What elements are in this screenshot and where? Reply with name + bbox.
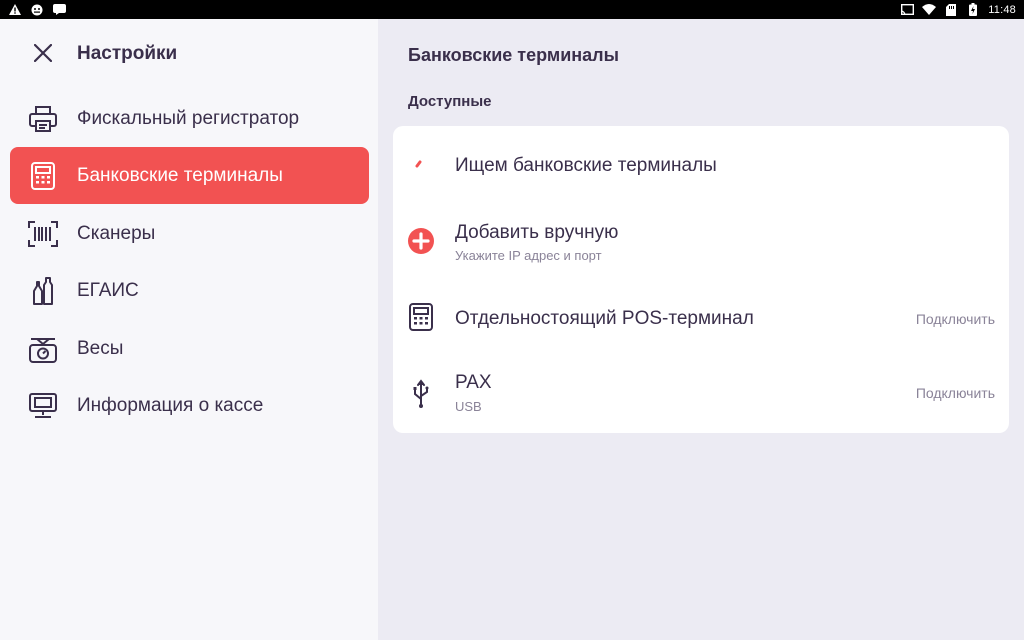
sidebar-item-label: Банковские терминалы xyxy=(77,164,283,186)
sidebar: Настройки Фискальный регистратор Банковс… xyxy=(0,19,378,640)
sidebar-header: Настройки xyxy=(0,19,378,89)
wifi-icon xyxy=(922,4,937,16)
status-bar: 11:48 xyxy=(0,0,1024,19)
sidebar-title: Настройки xyxy=(77,43,178,64)
sidebar-item-scales[interactable]: Весы xyxy=(10,320,369,377)
clock: 11:48 xyxy=(988,3,1016,16)
page-title: Банковские терминалы xyxy=(408,45,619,65)
standalone-pos-title: Отдельностоящий POS-терминал xyxy=(455,308,754,329)
scales-icon xyxy=(28,334,58,364)
loading-spinner-icon xyxy=(405,148,437,180)
printer-icon xyxy=(28,104,58,134)
sidebar-item-label: Информация о кассе xyxy=(77,394,264,416)
main-content: Банковские терминалы Доступные Ищем банк… xyxy=(378,19,1024,640)
sidebar-item-fiscal-registrar[interactable]: Фискальный регистратор xyxy=(10,90,369,147)
sidebar-item-bank-terminals[interactable]: Банковские терминалы xyxy=(10,147,369,204)
add-manually-title: Добавить вручную xyxy=(455,222,619,243)
searching-row: Ищем банковские терминалы xyxy=(393,126,1009,202)
standalone-pos-row[interactable]: Отдельностоящий POS-терминал Подключить xyxy=(393,280,1009,356)
pax-row[interactable]: PAX USB Подключить xyxy=(393,356,1009,432)
close-button[interactable] xyxy=(30,42,56,68)
battery-icon xyxy=(966,3,980,16)
bottles-icon xyxy=(28,276,58,306)
sidebar-item-label: Фискальный регистратор xyxy=(77,107,300,129)
status-bar-left xyxy=(8,4,66,16)
sd-card-icon xyxy=(944,3,958,16)
sidebar-item-label: Весы xyxy=(77,337,124,359)
cast-icon xyxy=(900,4,914,16)
close-icon xyxy=(33,43,53,67)
android-icon xyxy=(30,4,44,16)
connect-button[interactable]: Подключить xyxy=(916,385,995,401)
add-circle-icon xyxy=(405,225,437,257)
sidebar-item-cash-register-info[interactable]: Информация о кассе xyxy=(10,377,369,434)
message-icon xyxy=(52,4,66,16)
pax-subtitle: USB xyxy=(455,399,482,414)
terminal-icon xyxy=(405,301,437,333)
connect-button[interactable]: Подключить xyxy=(916,311,995,327)
terminal-icon xyxy=(28,161,58,191)
usb-icon xyxy=(405,378,437,410)
terminals-card: Ищем банковские терминалы Добавить вручн… xyxy=(393,126,1009,433)
add-manually-row[interactable]: Добавить вручную Укажите IP адрес и порт xyxy=(393,202,1009,278)
sidebar-item-label: Сканеры xyxy=(77,222,156,244)
sidebar-item-egais[interactable]: ЕГАИС xyxy=(10,262,369,319)
monitor-icon xyxy=(28,391,58,421)
add-manually-subtitle: Укажите IP адрес и порт xyxy=(455,248,602,263)
warning-icon xyxy=(8,4,22,16)
searching-label: Ищем банковские терминалы xyxy=(455,155,717,176)
status-bar-right: 11:48 xyxy=(900,3,1016,16)
section-label: Доступные xyxy=(408,93,492,110)
sidebar-item-label: ЕГАИС xyxy=(77,279,139,301)
pax-title: PAX xyxy=(455,372,492,393)
sidebar-item-scanners[interactable]: Сканеры xyxy=(10,205,369,262)
barcode-icon xyxy=(28,219,58,249)
